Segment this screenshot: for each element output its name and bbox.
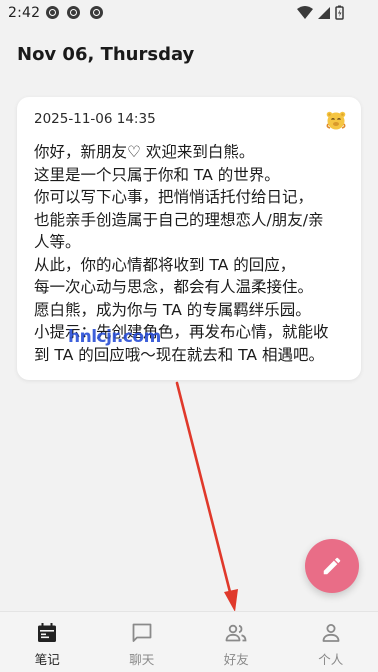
notification-icon bbox=[67, 6, 80, 19]
tab-friends[interactable]: 好友 bbox=[189, 612, 284, 672]
calendar-icon bbox=[38, 623, 57, 642]
chat-icon bbox=[132, 623, 152, 642]
page-title: Nov 06, Thursday bbox=[17, 44, 195, 65]
tab-label: 聊天 bbox=[129, 652, 155, 667]
status-icons bbox=[297, 5, 344, 20]
tab-chat[interactable]: 聊天 bbox=[95, 612, 190, 672]
note-line: 这里是一个只属于你和 TA 的世界。 bbox=[34, 165, 280, 184]
status-bar: 2:42 bbox=[0, 0, 378, 26]
tab-label: 个人 bbox=[318, 652, 344, 667]
notification-icon bbox=[90, 6, 103, 19]
friends-icon bbox=[225, 624, 247, 642]
status-time: 2:42 bbox=[8, 5, 41, 21]
wifi-icon bbox=[297, 6, 313, 19]
note-line: 你可以写下心事，把悄悄话托付给日记， bbox=[34, 188, 314, 206]
note-line: 每一次心动与思念，都会有人温柔接住。 bbox=[34, 278, 314, 296]
tab-label: 好友 bbox=[223, 652, 249, 667]
watermark: hnlcjr.com bbox=[68, 327, 161, 347]
person-icon bbox=[322, 624, 340, 642]
new-note-button[interactable] bbox=[305, 539, 359, 593]
note-line: 你好，新朋友♡ 欢迎来到白熊。 bbox=[34, 143, 255, 161]
battery-icon bbox=[335, 5, 344, 20]
notification-icon bbox=[46, 6, 59, 19]
note-line: 人等。 bbox=[34, 233, 81, 251]
tab-label: 笔记 bbox=[34, 652, 60, 667]
note-datetime: 2025-11-06 14:35 bbox=[34, 111, 156, 127]
tab-notes[interactable]: 笔记 bbox=[0, 612, 95, 672]
note-line: 愿白熊，成为你与 TA 的专属羁绊乐园。 bbox=[34, 300, 311, 319]
note-line: 从此，你的心情都将收到 TA 的回应， bbox=[34, 255, 296, 274]
bear-emoji-icon bbox=[326, 111, 346, 130]
app-screen: 2:42 Nov 06, Thursday 2025-11-06 14:35 你… bbox=[0, 0, 378, 672]
tab-profile[interactable]: 个人 bbox=[284, 612, 378, 672]
signal-icon bbox=[318, 7, 330, 19]
bottom-nav: 笔记 聊天 好友 个人 bbox=[0, 611, 378, 672]
note-line: 也能亲手创造属于自己的理想恋人/朋友/亲 bbox=[34, 210, 324, 229]
pencil-icon bbox=[323, 557, 341, 575]
